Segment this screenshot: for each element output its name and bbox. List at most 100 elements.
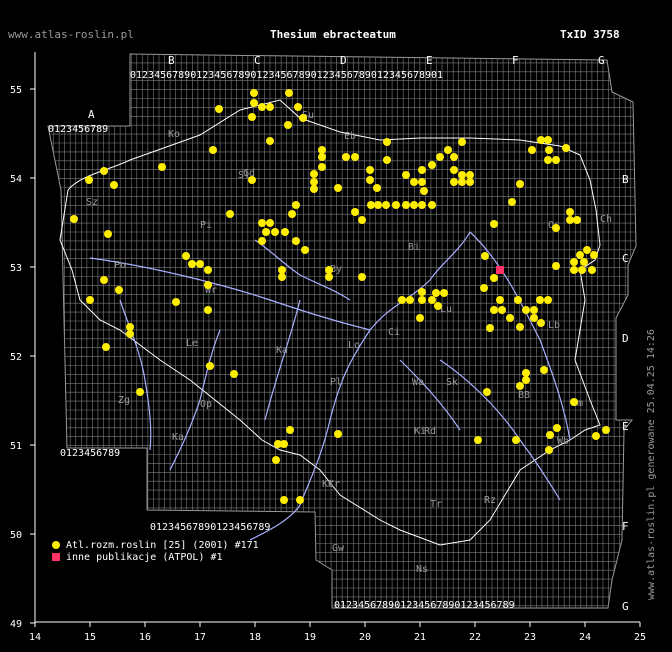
occurrence-dot <box>552 262 560 270</box>
x-tick-label: 25 <box>634 632 646 643</box>
occurrence-dot <box>545 446 553 454</box>
occurrence-dot <box>258 219 266 227</box>
atpol-row-letter: B <box>622 173 629 186</box>
occurrence-square <box>496 266 504 274</box>
occurrence-dot <box>226 210 234 218</box>
x-tick-label: 20 <box>359 632 371 643</box>
occurrence-dot <box>444 146 452 154</box>
occurrence-dot <box>522 369 530 377</box>
y-tick-label: 55 <box>10 85 22 96</box>
occurrence-dot <box>292 237 300 245</box>
x-tick-label: 15 <box>84 632 96 643</box>
occurrence-dot <box>553 424 561 432</box>
occurrence-dot <box>588 266 596 274</box>
atpol-column-letter: C <box>254 54 261 67</box>
region-label: Ch <box>600 214 612 225</box>
occurrence-dot <box>434 302 442 310</box>
occurrence-dot <box>590 251 598 259</box>
atpol-bottom-left-digits: 0123456789 <box>60 448 120 459</box>
atpol-column-letter: A <box>88 108 95 121</box>
atpol-column-letter: F <box>512 54 519 67</box>
occurrence-dot <box>281 228 289 236</box>
occurrence-dot <box>102 343 110 351</box>
occurrence-dot <box>402 171 410 179</box>
occurrence-dot <box>544 156 552 164</box>
occurrence-dot <box>483 388 491 396</box>
atpol-row-letter: C <box>622 252 629 265</box>
occurrence-dot <box>86 296 94 304</box>
occurrence-dot <box>196 260 204 268</box>
occurrence-dot <box>410 201 418 209</box>
occurrence-dot <box>286 426 294 434</box>
region-label: Pi <box>200 220 212 231</box>
occurrence-dot <box>280 496 288 504</box>
atpol-column-letter: D <box>340 54 347 67</box>
occurrence-dot <box>266 219 274 227</box>
occurrence-dot <box>272 456 280 464</box>
occurrence-dot <box>566 208 574 216</box>
occurrence-dot <box>299 114 307 122</box>
occurrence-dot <box>466 178 474 186</box>
occurrence-dot <box>418 288 426 296</box>
legend-label-other: inne publikacje (ATPOL) #1 <box>66 552 223 563</box>
occurrence-dot <box>402 201 410 209</box>
occurrence-dot <box>544 296 552 304</box>
atpol-bottom-mid-digits: 01234567890123456789 <box>150 522 270 533</box>
occurrence-dot <box>418 166 426 174</box>
occurrence-dot <box>420 187 428 195</box>
occurrence-dot <box>576 251 584 259</box>
occurrence-dot <box>530 306 538 314</box>
occurrence-dot <box>522 376 530 384</box>
occurrence-dot <box>490 306 498 314</box>
x-tick-label: 22 <box>469 632 481 643</box>
x-tick-label: 14 <box>29 632 41 643</box>
atpol-top-digits: 0123456789012345678901234567890123456789… <box>130 70 443 81</box>
occurrence-dot <box>310 185 318 193</box>
occurrence-dot <box>374 201 382 209</box>
x-tick-label: 19 <box>304 632 316 643</box>
occurrence-dot <box>450 166 458 174</box>
region-label: Zg <box>118 395 130 406</box>
occurrence-dot <box>292 201 300 209</box>
occurrence-dot <box>508 198 516 206</box>
occurrence-dot <box>280 440 288 448</box>
region-label: Gw <box>332 543 345 554</box>
occurrence-dot <box>301 246 309 254</box>
occurrence-dot <box>428 201 436 209</box>
atpol-column-letter: B <box>168 54 175 67</box>
occurrence-dot <box>230 370 238 378</box>
occurrence-dot <box>573 216 581 224</box>
occurrence-dot <box>100 167 108 175</box>
occurrence-dot <box>418 178 426 186</box>
region-label: Bi <box>408 242 420 253</box>
occurrence-dot <box>288 210 296 218</box>
occurrence-dot <box>537 319 545 327</box>
atpol-bottom-digits: 012345678901234567890123456789 <box>334 600 515 611</box>
occurrence-dot <box>428 161 436 169</box>
occurrence-dot <box>540 366 548 374</box>
occurrence-dot <box>318 163 326 171</box>
occurrence-dot <box>383 138 391 146</box>
occurrence-dot <box>486 324 494 332</box>
occurrence-dot <box>310 170 318 178</box>
occurrence-dot <box>570 258 578 266</box>
occurrence-dot <box>514 296 522 304</box>
y-tick-label: 53 <box>10 263 22 274</box>
occurrence-dot <box>318 153 326 161</box>
region-label: Ka <box>276 345 288 356</box>
atpol-row-letter: E <box>622 420 629 433</box>
region-label: Eb <box>344 131 356 142</box>
legend-other: inne publikacje (ATPOL) #1 <box>52 552 223 563</box>
atpol-row-letter: F <box>622 520 629 533</box>
occurrence-dot <box>418 201 426 209</box>
occurrence-dot <box>458 138 466 146</box>
occurrence-dot <box>537 136 545 144</box>
occurrence-dot <box>204 281 212 289</box>
occurrence-dot <box>172 298 180 306</box>
occurrence-dot <box>358 273 366 281</box>
occurrence-dot <box>351 208 359 216</box>
occurrence-dot <box>296 496 304 504</box>
occurrence-dot <box>367 201 375 209</box>
x-tick-label: 21 <box>414 632 426 643</box>
occurrence-dot <box>104 230 112 238</box>
